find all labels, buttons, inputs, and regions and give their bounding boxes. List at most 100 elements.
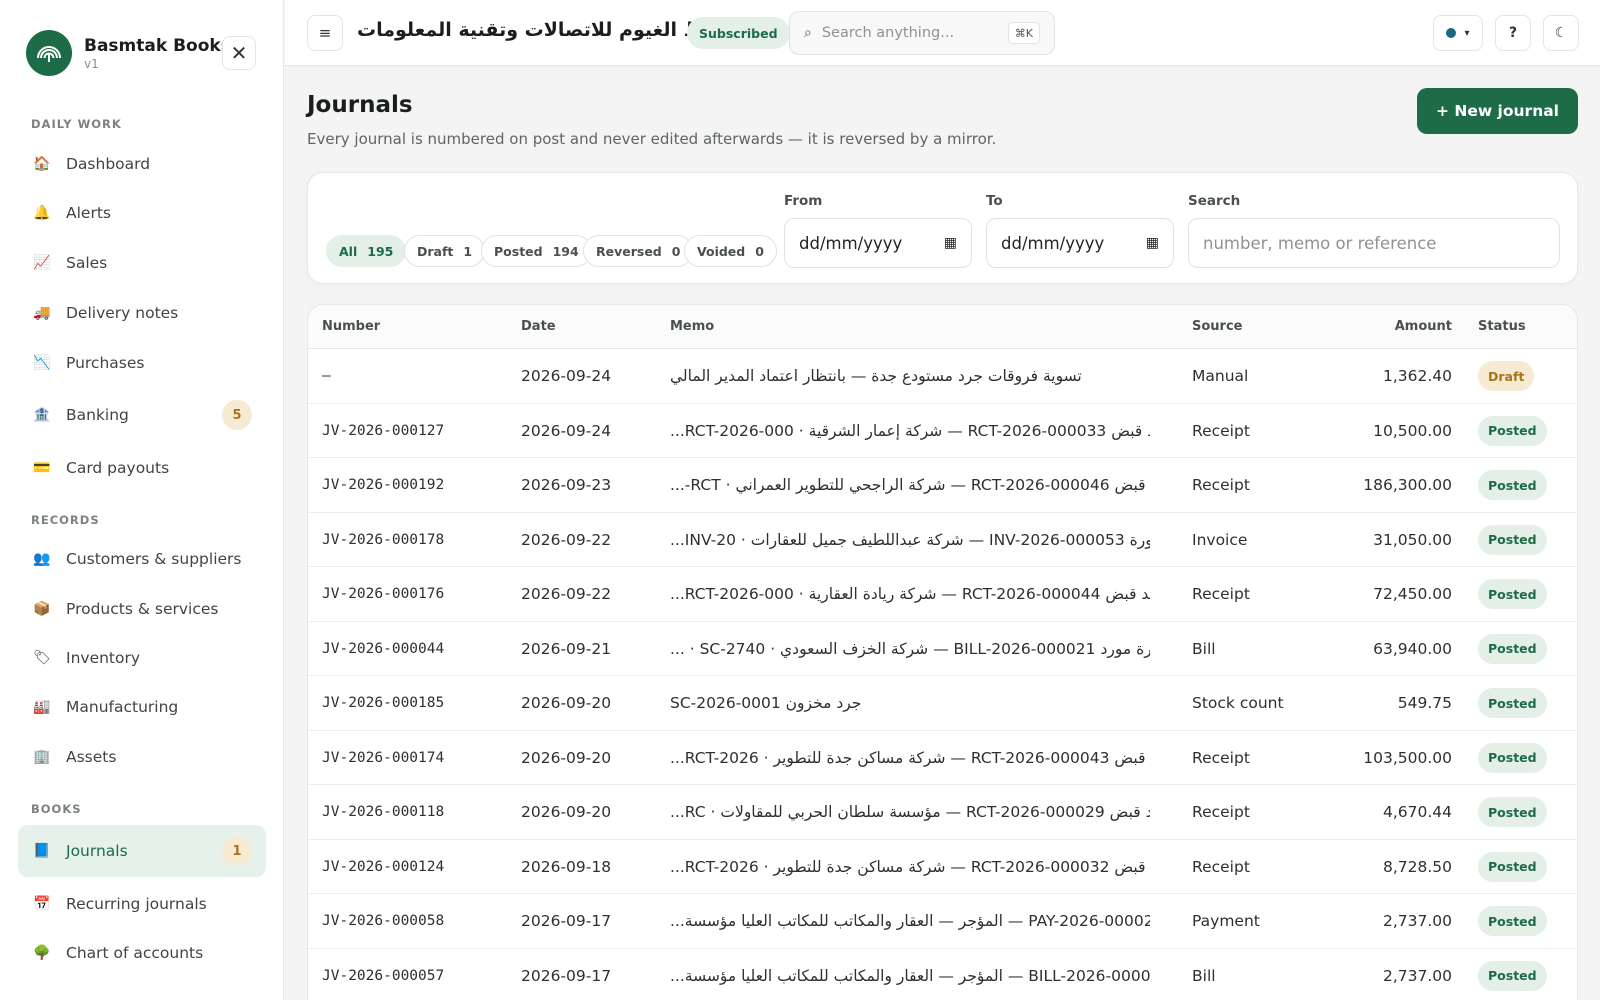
table-row[interactable]: JV-2026-000044 2026-09-21 فاتورة مورد BILL…: [308, 622, 1577, 676]
col-memo[interactable]: Memo: [670, 319, 714, 334]
sidebar-item-customers-suppliers[interactable]: 👥 Customers & suppliers: [18, 534, 266, 584]
page-subtitle: Every journal is numbered on post and ne…: [307, 130, 997, 148]
cell-status: Posted: [1478, 840, 1568, 894]
factory-icon: 🏭: [33, 699, 51, 715]
filter-chip-all[interactable]: All 195: [326, 235, 407, 267]
cell-amount: 4,670.44: [1382, 803, 1452, 821]
cell-amount: 63,940.00: [1373, 639, 1452, 658]
chart-down-icon: 📉: [33, 355, 51, 371]
cell-number: JV-2026-000185: [322, 695, 445, 711]
cell-date: 2026-09-20: [521, 803, 612, 821]
sidebar-item-sales[interactable]: 📈 Sales: [18, 238, 266, 288]
search-label: Search: [1188, 193, 1241, 209]
table-row[interactable]: — 2026-09-24 تسوية فروقات جرد مستودع جدة —…: [308, 349, 1577, 404]
cell-memo: سند قبض RCT-2026-000043 — شركة مساكن جدة…: [670, 748, 1150, 767]
col-status[interactable]: Status: [1478, 319, 1526, 334]
close-sidebar-button[interactable]: ✕: [222, 36, 256, 70]
shortcut-hint: ⌘K: [1007, 22, 1040, 44]
status-badge: Posted: [1478, 688, 1547, 718]
sidebar-item-assets[interactable]: 🏢 Assets: [18, 732, 266, 782]
cell-memo: فاتورة مورد BILL-2026-000021 — شركة الخز…: [670, 639, 1150, 658]
filter-panel: All 195 Draft 1 Posted 194 Reversed 0 Voided…: [307, 172, 1578, 284]
col-amount[interactable]: Amount: [1378, 319, 1452, 334]
chip-count: 1: [463, 243, 473, 259]
table-row[interactable]: JV-2026-000174 2026-09-20 سند قبض RCT-2026…: [308, 731, 1577, 785]
new-journal-button[interactable]: + New journal: [1416, 88, 1578, 134]
cell-amount: 2,737.00: [1382, 966, 1452, 985]
close-icon: ✕: [230, 41, 248, 65]
cell-number: JV-2026-000127: [322, 422, 445, 439]
cell-amount: 31,050.00: [1373, 530, 1452, 549]
cell-amount: 8,728.50: [1382, 857, 1452, 876]
table-row[interactable]: JV-2026-000057 2026-09-17 فاتورة مورد BILL…: [308, 949, 1577, 1000]
table-row[interactable]: JV-2026-000176 2026-09-22 سند قبض RCT-2026…: [308, 567, 1577, 622]
subscription-badge: Subscribed: [687, 17, 790, 49]
col-number[interactable]: Number: [322, 319, 380, 334]
section-books: Books: [31, 802, 82, 816]
global-search[interactable]: ⌕ ⌘K: [789, 11, 1055, 55]
sidebar-item-purchases[interactable]: 📉 Purchases: [18, 338, 266, 388]
filter-chip-reversed[interactable]: Reversed 0: [583, 235, 694, 267]
theme-toggle-button[interactable]: ☾: [1543, 15, 1579, 51]
sidebar-item-alerts[interactable]: 🔔 Alerts: [18, 188, 266, 238]
table-row[interactable]: JV-2026-000192 2026-09-23 سند قبض RCT-2026…: [308, 458, 1577, 513]
table-row[interactable]: JV-2026-000178 2026-09-22 فاتورة INV-2026-…: [308, 513, 1577, 567]
table-row[interactable]: JV-2026-000185 2026-09-20 جرد مخزون SC-202…: [308, 676, 1577, 731]
table-row[interactable]: JV-2026-000058 2026-09-17 سند صرف PAY-2026…: [308, 894, 1577, 949]
table-row[interactable]: JV-2026-000124 2026-09-18 سند قبض RCT-2026…: [308, 840, 1577, 894]
sidebar-item-products-services[interactable]: 📦 Products & services: [18, 584, 266, 634]
help-button[interactable]: ?: [1495, 15, 1531, 51]
users-icon: 👥: [33, 551, 51, 567]
main-content: Journals Every journal is numbered on po…: [285, 66, 1600, 1000]
table-row[interactable]: JV-2026-000118 2026-09-20 سند قبض RCT-2026…: [308, 785, 1577, 840]
sidebar-item-label: Journals: [66, 842, 128, 860]
sidebar-item-dashboard[interactable]: 🏠 Dashboard: [18, 139, 266, 189]
sidebar-item-recurring-journals[interactable]: 📅 Recurring journals: [18, 879, 266, 929]
col-source[interactable]: Source: [1192, 319, 1242, 334]
tree-icon: 🌳: [33, 945, 51, 961]
col-date[interactable]: Date: [521, 319, 556, 334]
tag-icon: 🏷: [33, 650, 51, 666]
sidebar-item-label: Products & services: [66, 600, 219, 618]
sidebar-item-label: Recurring journals: [66, 895, 207, 913]
cell-number: JV-2026-000174: [322, 749, 445, 766]
menu-button[interactable]: ≡: [307, 15, 343, 51]
status-selector[interactable]: ▾: [1433, 15, 1483, 51]
calendar-icon: ▦: [1145, 235, 1159, 251]
sidebar-item-banking[interactable]: 🏦 Banking 5: [18, 390, 266, 440]
menu-icon: ≡: [318, 24, 332, 42]
cell-date: 2026-09-18: [521, 857, 612, 876]
cell-date: 2026-09-17: [521, 912, 612, 930]
sidebar-item-label: Chart of accounts: [66, 944, 204, 962]
table-row[interactable]: JV-2026-000127 2026-09-24 سند قبض RCT-2026…: [308, 404, 1577, 458]
journal-search-field[interactable]: number, memo or reference: [1188, 218, 1560, 268]
sidebar-item-chart-of-accounts[interactable]: 🌳 Chart of accounts: [18, 928, 266, 978]
status-badge: Draft: [1478, 361, 1535, 391]
cell-memo: سند صرف PAY-2026-000023 — المؤجر — العقا…: [670, 912, 1150, 930]
filter-chip-draft[interactable]: Draft 1: [404, 235, 486, 267]
filter-chip-voided[interactable]: Voided 0: [684, 235, 777, 267]
home-icon: 🏠: [33, 156, 51, 172]
cell-number: JV-2026-000178: [322, 531, 445, 548]
chip-label: Posted: [494, 243, 543, 259]
global-search-input[interactable]: [821, 25, 992, 41]
bell-icon: 🔔: [33, 205, 51, 221]
sidebar-item-delivery-notes[interactable]: 🚚 Delivery notes: [18, 288, 266, 338]
chip-label: Voided: [697, 243, 746, 259]
cell-memo: فاتورة مورد BILL-2026-000028 — المؤجر — …: [670, 966, 1150, 985]
to-date-field[interactable]: dd/mm/yyyy ▦: [986, 218, 1174, 268]
cell-amount: 103,500.00: [1363, 748, 1452, 767]
sidebar-item-journals[interactable]: 📘 Journals 1: [18, 825, 266, 877]
filter-chip-posted[interactable]: Posted 194: [481, 235, 592, 267]
brand-logo-icon: [26, 30, 72, 76]
cell-amount: 72,450.00: [1373, 585, 1452, 603]
cell-memo: سند قبض RCT-2026-000044 — شركة ريادة الع…: [670, 585, 1150, 603]
sidebar-item-card-payouts[interactable]: 💳 Card payouts: [18, 443, 266, 493]
cell-amount: 549.75: [1397, 694, 1452, 712]
sidebar-item-inventory[interactable]: 🏷 Inventory: [18, 633, 266, 683]
sidebar-item-manufacturing[interactable]: 🏭 Manufacturing: [18, 682, 266, 732]
cell-status: Posted: [1478, 894, 1568, 948]
cell-status: Draft: [1478, 349, 1568, 403]
from-date-field[interactable]: dd/mm/yyyy ▦: [784, 218, 972, 268]
building-icon: 🏢: [33, 749, 51, 765]
